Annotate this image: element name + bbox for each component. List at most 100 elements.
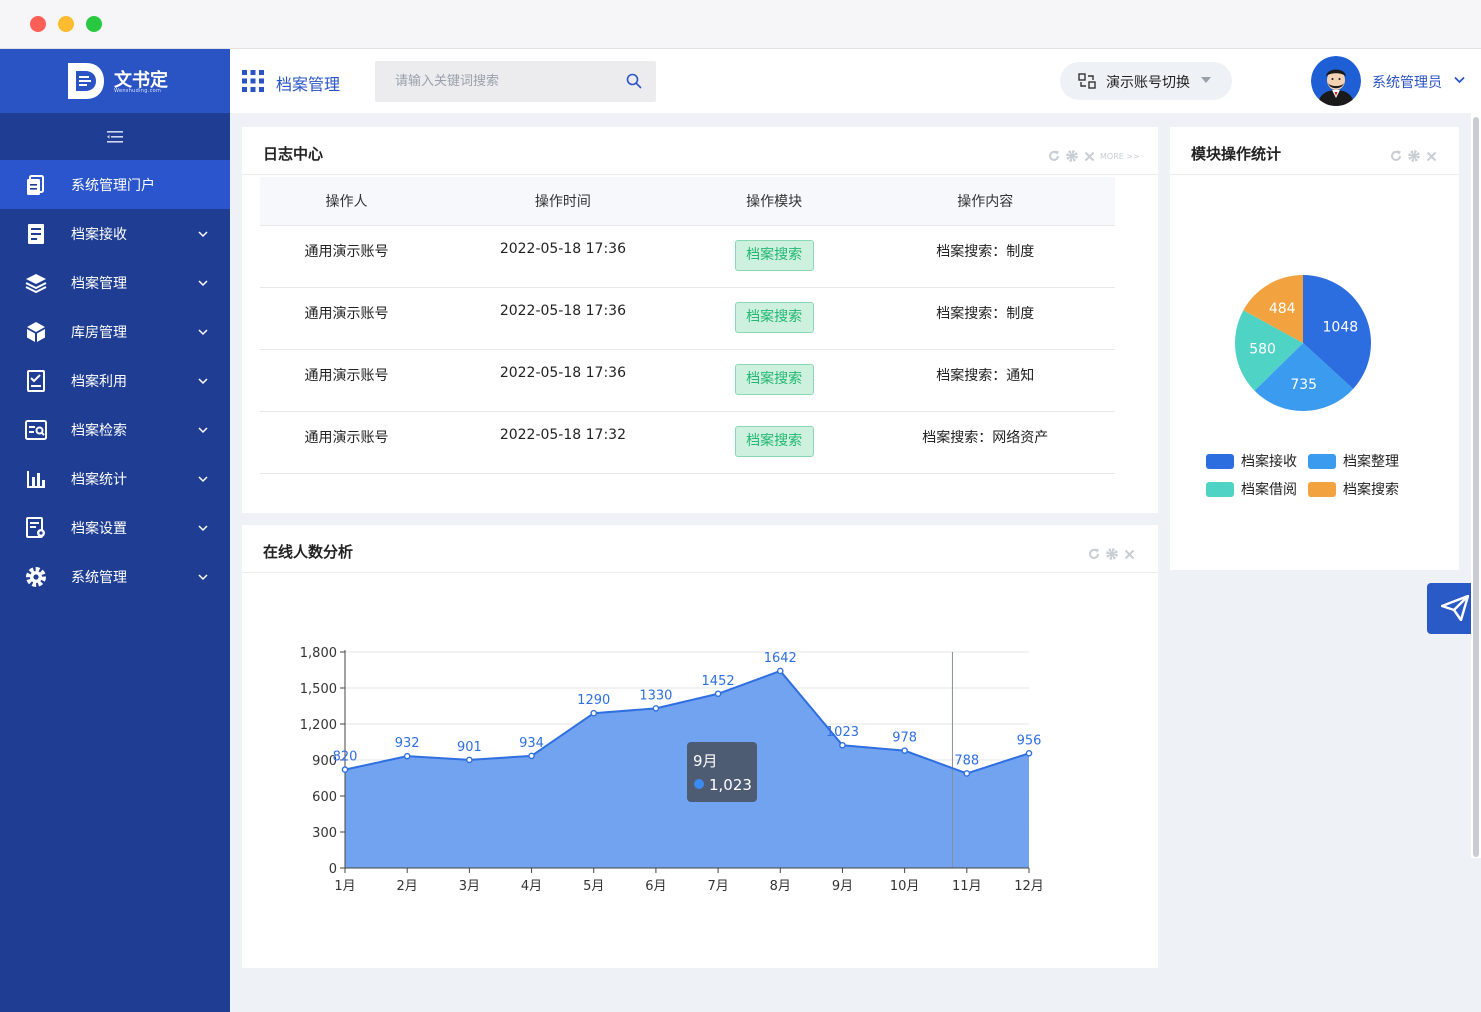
gear-icon[interactable] [1105,547,1119,561]
sidebar-item-6[interactable]: 档案检索 [0,405,230,454]
legend-swatch [1308,453,1336,469]
menu-collapse-icon [107,131,123,143]
logo-icon [68,63,104,99]
data-point [590,709,598,717]
chevron-down-icon [198,329,208,336]
sidebar-item-label: 档案接收 [71,227,127,243]
legend-item[interactable]: 档案搜索 [1308,479,1399,499]
sidebar-item-1[interactable]: 系统管理门户 [0,160,230,209]
column-header: 操作模块 [692,177,856,225]
close-icon[interactable] [1426,151,1437,162]
data-label: 932 [395,736,420,751]
data-point [403,752,411,760]
chevron-down-icon [198,525,208,532]
sidebar-item-5[interactable]: 档案利用 [0,356,230,405]
close-icon[interactable] [1124,549,1135,560]
sidebar-item-7[interactable]: 档案统计 [0,454,230,503]
cell-user: 通用演示账号 [260,286,433,349]
online-panel-title: 在线人数分析 [263,543,354,561]
log-panel-title: 日志中心 [263,145,324,163]
legend-swatch [1308,481,1336,497]
y-tick-label: 1,200 [300,718,337,733]
window-titlebar [0,0,1481,49]
module-tag: 档案搜索 [734,425,814,457]
sidebar: 文书定 Wenshuding.com 系统管理门户 档案接收档案管理库房管理档案利… [0,49,230,1012]
account-switch-button[interactable]: 演示账号切换 [1060,62,1232,100]
brand[interactable]: 文书定 Wenshuding.com [0,49,230,113]
collapse-menu-button[interactable] [0,113,230,160]
cell-user: 通用演示账号 [260,410,433,474]
scrollbar[interactable] [1471,113,1481,858]
table-row[interactable]: 通用演示账号 2022-05-18 17:36 档案搜索 档案搜索：制度 [260,224,1115,287]
cube-icon [27,322,45,342]
sidebar-item-2[interactable]: 档案接收 [0,209,230,258]
legend-label: 档案整理 [1343,454,1399,470]
close-icon[interactable] [1084,151,1095,162]
settings-doc-icon [26,517,45,538]
cell-content: 档案搜索：制度 [855,286,1115,349]
avatar[interactable] [1311,56,1361,106]
search-icon[interactable] [626,73,642,89]
refresh-icon[interactable] [1390,150,1402,162]
data-point [466,756,473,764]
data-point [528,752,535,760]
sidebar-item-9[interactable]: 系统管理 [0,552,230,601]
data-label: 1023 [826,725,859,740]
cell-module: 档案搜索 [692,410,856,474]
data-point [341,766,349,773]
search-input[interactable] [375,61,615,102]
apps-grid-icon[interactable] [242,70,264,92]
sidebar-item-3[interactable]: 档案管理 [0,258,230,307]
legend-swatch [1206,481,1234,497]
data-label: 978 [892,731,917,746]
data-label: 1330 [639,688,672,703]
data-point [1025,749,1033,757]
online-users-chart: 03006009001,2001,5001,8001月 2月 3月 4月 5月 6月 7月 8… [300,646,1044,894]
table-row[interactable]: 通用演示账号 2022-05-18 17:32 档案搜索 档案搜索：网络资产 [260,410,1115,474]
sidebar-item-4[interactable]: 库房管理 [0,307,230,356]
sidebar-item-label: 库房管理 [71,325,127,341]
more-link[interactable]: MORE >> [1100,152,1140,161]
refresh-icon[interactable] [1048,150,1060,162]
tooltip-label: 9月 [693,752,718,770]
scrollbar-thumb[interactable] [1473,117,1479,857]
column-header: 操作内容 [855,177,1115,225]
refresh-icon[interactable] [1088,548,1100,560]
close-window-button[interactable] [30,16,46,32]
tooltip-value: 1,023 [709,776,752,794]
legend-swatch [1206,453,1234,469]
cell-time: 2022-05-18 17:36 [432,348,693,411]
chevron-down-icon[interactable] [1454,76,1465,84]
sidebar-item-8[interactable]: 档案设置 [0,503,230,552]
log-center-panel: 日志中心 MORE >> 操作人 操作时间 操作模块 操作内容 通用演示账号 2… [242,127,1158,513]
data-point [839,741,846,749]
x-tick-label: 10月 [890,879,920,894]
table-row[interactable]: 通用演示账号 2022-05-18 17:36 档案搜索 档案搜索：制度 [260,286,1115,349]
data-point [776,667,784,675]
gear-icon[interactable] [1065,149,1079,163]
legend-item[interactable]: 档案整理 [1308,451,1399,471]
minimize-window-button[interactable] [58,16,74,32]
cell-module: 档案搜索 [692,224,856,287]
x-tick-label: 5月 [583,879,604,894]
legend-item[interactable]: 档案借阅 [1206,479,1297,499]
log-panel-header: 日志中心 MORE >> [242,127,1158,175]
chevron-down-icon [198,476,208,483]
maximize-window-button[interactable] [86,16,102,32]
online-users-panel: 0 300 600 900 1,200 1,500 1,800 1月 2月 3月 4月 5月 6月 7月 8… [242,525,1158,968]
top-bar: 档案管理 演示账号切换 系统管理员 [230,49,1481,113]
sidebar-item-label: 系统管理门户 [71,178,155,194]
paper-plane-icon [1441,595,1469,621]
gear-icon[interactable] [1407,149,1421,163]
cell-content: 档案搜索：网络资产 [855,410,1115,474]
module-tag: 档案搜索 [734,363,814,395]
data-point [963,770,971,777]
legend-item[interactable]: 档案接收 [1206,451,1297,471]
table-row[interactable]: 通用演示账号 2022-05-18 17:36 档案搜索 档案搜索：通知 [260,348,1115,411]
document-copy-icon [27,175,44,195]
user-name[interactable]: 系统管理员 [1372,72,1442,92]
pie-slice-label: 484 [1269,301,1296,317]
cell-content: 档案搜索：通知 [855,348,1115,411]
x-tick-label: 9月 [832,879,853,894]
data-point [652,705,660,712]
